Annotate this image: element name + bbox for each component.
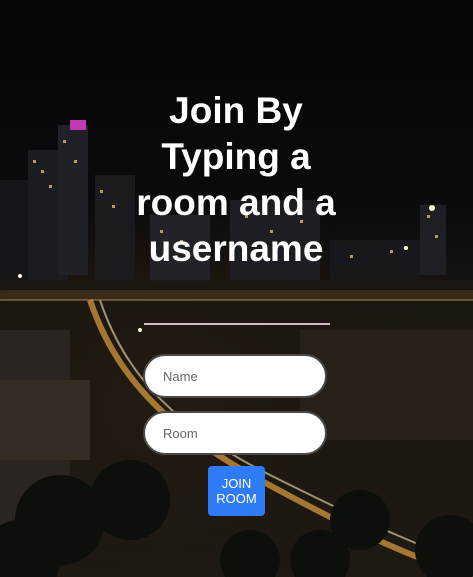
room-input[interactable] bbox=[143, 411, 327, 455]
page-title: Join By Typing a room and a username bbox=[136, 90, 336, 269]
join-room-button[interactable]: JOIN ROOM bbox=[208, 466, 265, 516]
title-divider bbox=[144, 323, 330, 325]
name-input[interactable] bbox=[143, 354, 327, 398]
